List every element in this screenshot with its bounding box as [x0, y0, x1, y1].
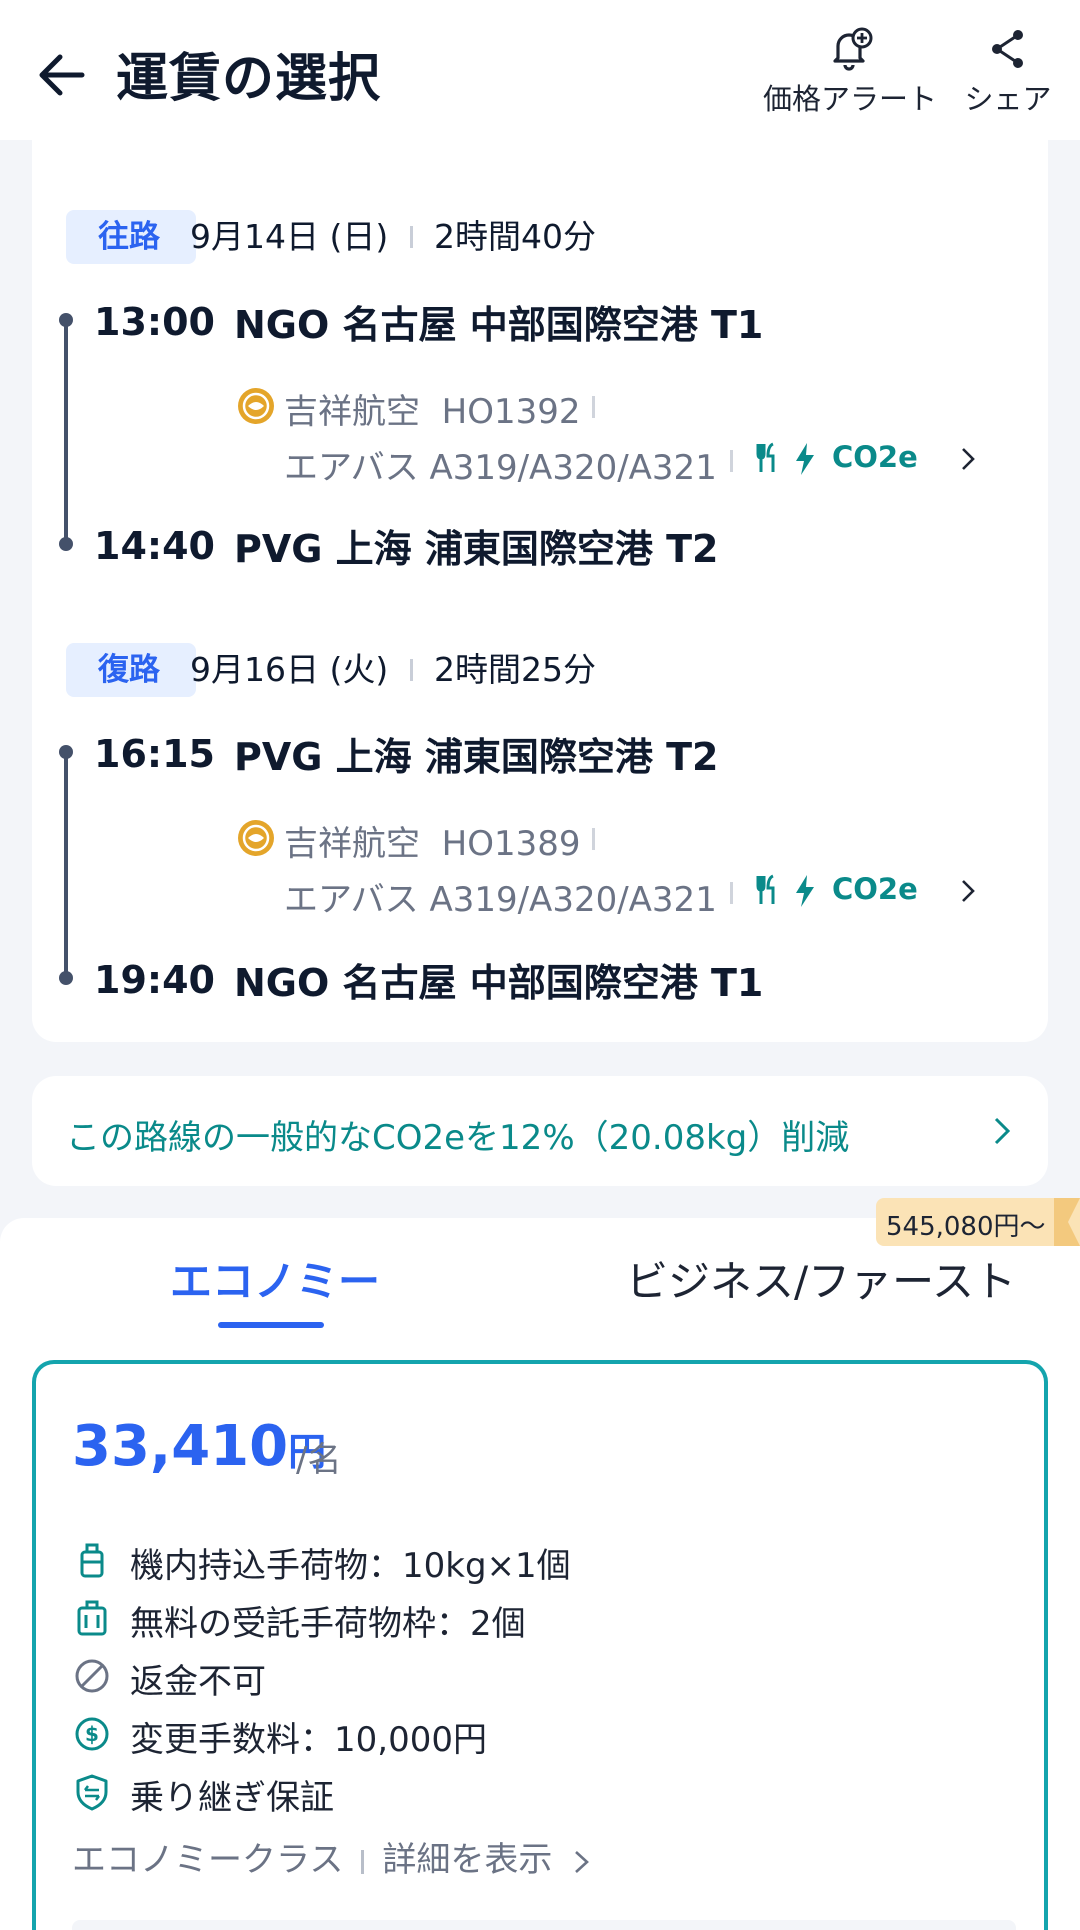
timeline-dot: [59, 313, 73, 327]
svg-text:$: $: [85, 1722, 99, 1746]
share-label: シェア: [964, 82, 1052, 116]
inbound-arrival-time: 19:40: [94, 958, 215, 1002]
feature-text: 機内持込手荷物：10kg×1個: [130, 1546, 571, 1586]
no-refund-icon: [75, 1659, 109, 1693]
outbound-duration: 2時間40分: [434, 217, 596, 256]
divider: [410, 659, 413, 681]
change-fee-icon: $: [75, 1717, 109, 1751]
business-price-badge: 545,080円～: [876, 1198, 1080, 1246]
fare-class-row: エコノミークラス 詳細を表示: [72, 1832, 593, 1881]
airline-name: 吉祥航空: [284, 392, 420, 432]
outbound-arrival-airport: PVG 上海 浦東国際空港 T2: [234, 527, 719, 571]
divider: [410, 226, 413, 248]
chevron-right-icon: [994, 1117, 1011, 1145]
arrow-left-icon: [39, 54, 85, 96]
co2-link[interactable]: CO2e: [832, 440, 918, 474]
bell-plus-icon: [833, 27, 873, 71]
power-outlet-icon: [796, 443, 814, 475]
co2-link[interactable]: CO2e: [832, 872, 918, 906]
divider: [361, 1849, 365, 1874]
inbound-arrival-airport: NGO 名古屋 中部国際空港 T1: [234, 961, 764, 1005]
timeline-dot: [59, 537, 73, 551]
chevron-right-icon[interactable]: [958, 444, 978, 474]
fare-price-per: /名: [296, 1440, 342, 1480]
details-link[interactable]: 詳細を表示: [382, 1840, 552, 1880]
back-button[interactable]: [30, 42, 96, 108]
app-header: 運賃の選択 価格アラート シェア: [0, 0, 1080, 140]
divider: [592, 396, 595, 418]
ribbon-fold-icon: [1054, 1198, 1080, 1246]
flight-itinerary-card: 往路 9月14日 (日) 2時間40分 13:00 NGO 名古屋 中部国際空港…: [32, 140, 1048, 1042]
outbound-departure-time: 13:00: [94, 300, 215, 344]
tab-economy[interactable]: エコノミー: [170, 1248, 380, 1309]
share-button[interactable]: シェア: [958, 26, 1058, 118]
carry-on-bag-icon: [80, 1543, 104, 1578]
divider: [730, 882, 733, 904]
chevron-right-icon[interactable]: [958, 876, 978, 906]
price-alert-button[interactable]: 価格アラート: [760, 26, 940, 118]
outbound-departure-airport: NGO 名古屋 中部国際空港 T1: [234, 303, 764, 347]
business-price-text: 545,080円～: [886, 1212, 1046, 1242]
price-alert-label: 価格アラート: [762, 82, 937, 116]
inbound-duration: 2時間25分: [434, 650, 596, 689]
meal-icon: [756, 874, 775, 904]
chevron-right-icon[interactable]: [571, 1847, 593, 1877]
fare-card-footer: [72, 1920, 1016, 1930]
timeline-line: [64, 320, 68, 544]
inbound-airline: 吉祥航空 HO1389: [284, 816, 580, 865]
flight-number: HO1389: [441, 824, 581, 864]
fare-price: 33,410円: [72, 1414, 326, 1479]
feature-text: 無料の受託手荷物枠：2個: [130, 1604, 526, 1644]
divider: [730, 450, 733, 472]
meal-icon: [756, 442, 775, 472]
inbound-date: 9月16日 (火): [190, 650, 389, 689]
airline-logo-icon: [238, 388, 274, 424]
fare-class-name: エコノミークラス: [72, 1840, 344, 1880]
feature-text: 変更手数料：10,000円: [130, 1720, 487, 1760]
feature-text: 乗り継ぎ保証: [130, 1778, 334, 1818]
inbound-departure-airport: PVG 上海 浦東国際空港 T2: [234, 735, 719, 779]
co2-reduction-banner[interactable]: この路線の一般的なCO2eを12%（20.08kg）削減: [32, 1076, 1048, 1186]
outbound-date: 9月14日 (日): [190, 217, 389, 256]
active-tab-indicator: [218, 1322, 324, 1328]
outbound-tag: 往路: [66, 210, 196, 264]
share-icon: [992, 30, 1023, 68]
outbound-arrival-time: 14:40: [94, 524, 215, 568]
divider: [592, 828, 595, 850]
power-outlet-icon: [796, 875, 814, 907]
fare-price-amount: 33,410: [72, 1414, 289, 1479]
airline-name: 吉祥航空: [284, 824, 420, 864]
inbound-aircraft: エアバス A319/A320/A321: [284, 880, 717, 920]
outbound-airline: 吉祥航空 HO1392: [284, 384, 580, 433]
inbound-departure-time: 16:15: [94, 732, 215, 776]
connection-guarantee-icon: [76, 1774, 108, 1811]
page-title: 運賃の選択: [116, 49, 382, 109]
checked-bag-icon: [77, 1600, 107, 1636]
flight-number: HO1392: [441, 392, 581, 432]
fare-option-card[interactable]: 33,410円 /名 機内持込手荷物：10kg×1個 無料の受託手荷物枠：2個 …: [32, 1360, 1048, 1930]
timeline-dot: [59, 971, 73, 985]
tab-business-first[interactable]: ビジネス/ファースト: [626, 1248, 1016, 1309]
timeline-dot: [59, 745, 73, 759]
feature-text: 返金不可: [130, 1662, 266, 1702]
co2-reduction-text: この路線の一般的なCO2eを12%（20.08kg）削減: [66, 1118, 850, 1158]
inbound-tag: 復路: [66, 643, 196, 697]
airline-logo-icon: [238, 820, 274, 856]
timeline-line: [64, 752, 68, 978]
outbound-aircraft: エアバス A319/A320/A321: [284, 448, 717, 488]
